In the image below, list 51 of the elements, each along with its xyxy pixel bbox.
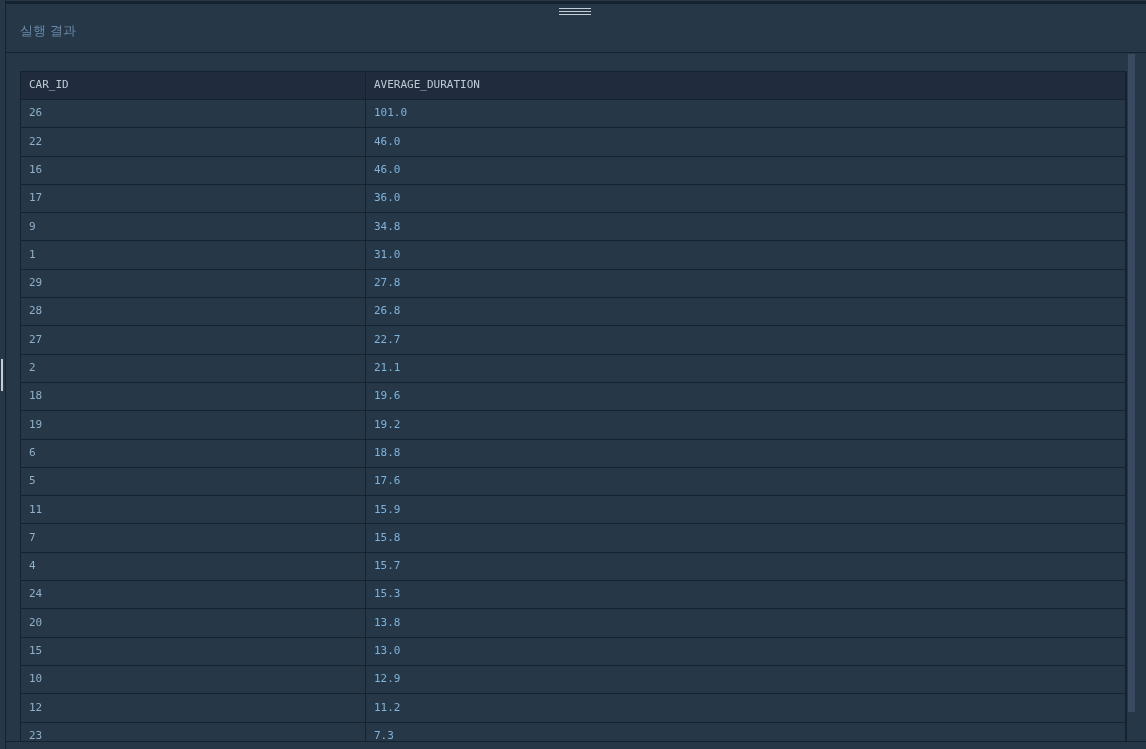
- table-cell: 18: [20, 382, 366, 411]
- table-cell: 24: [20, 580, 366, 609]
- table-cell: 36.0: [365, 184, 1126, 213]
- table-cell: 13.0: [365, 637, 1126, 666]
- table-cell: 22: [20, 127, 366, 157]
- table-cell: 17: [20, 184, 366, 213]
- panel-title: 실행 결과: [20, 23, 77, 38]
- table-cell: 46.0: [365, 156, 1126, 185]
- table-cell: 2: [20, 354, 366, 383]
- table-cell: 27: [20, 325, 366, 355]
- table-cell: 23: [20, 722, 366, 741]
- table-cell: 10: [20, 665, 366, 694]
- table-cell: 15.7: [365, 552, 1126, 581]
- scrollbar-thumb[interactable]: [1128, 54, 1135, 712]
- column-header: AVERAGE_DURATION: [365, 71, 1126, 100]
- table-cell: 11: [20, 495, 366, 524]
- resize-handle[interactable]: [1, 358, 3, 391]
- table-cell: 31.0: [365, 241, 1126, 270]
- table-cell: 22.7: [365, 325, 1126, 355]
- table-cell: 46.0: [365, 127, 1126, 157]
- table-cell: 15.9: [365, 495, 1126, 524]
- table-cell: 101.0: [365, 99, 1126, 128]
- table-cell: 27.8: [365, 269, 1126, 298]
- table-cell: 28: [20, 297, 366, 326]
- table-cell: 1: [20, 241, 366, 270]
- table-cell: 11.2: [365, 693, 1126, 723]
- table-cell: 12.9: [365, 665, 1126, 694]
- table-cell: 16: [20, 156, 366, 185]
- table-cell: 26: [20, 99, 366, 128]
- table-cell: 19.2: [365, 410, 1126, 440]
- table-cell: 15.3: [365, 580, 1126, 609]
- table-cell: 15.8: [365, 523, 1126, 553]
- column-header: CAR_ID: [20, 71, 366, 100]
- table-cell: 26.8: [365, 297, 1126, 326]
- table-cell: 7: [20, 523, 366, 553]
- table-cell: 13.8: [365, 608, 1126, 638]
- table-cell: 9: [20, 212, 366, 241]
- table-cell: 17.6: [365, 467, 1126, 496]
- table-cell: 15: [20, 637, 366, 666]
- table-cell: 18.8: [365, 439, 1126, 468]
- table-cell: 4: [20, 552, 366, 581]
- table-cell: 20: [20, 608, 366, 638]
- table-cell: 21.1: [365, 354, 1126, 383]
- table-cell: 12: [20, 693, 366, 723]
- drag-handle-icon[interactable]: [559, 7, 591, 15]
- table-cell: 19.6: [365, 382, 1126, 411]
- table-cell: 34.8: [365, 212, 1126, 241]
- table-cell: 19: [20, 410, 366, 440]
- table-cell: 6: [20, 439, 366, 468]
- table-cell: 5: [20, 467, 366, 496]
- table-cell: 29: [20, 269, 366, 298]
